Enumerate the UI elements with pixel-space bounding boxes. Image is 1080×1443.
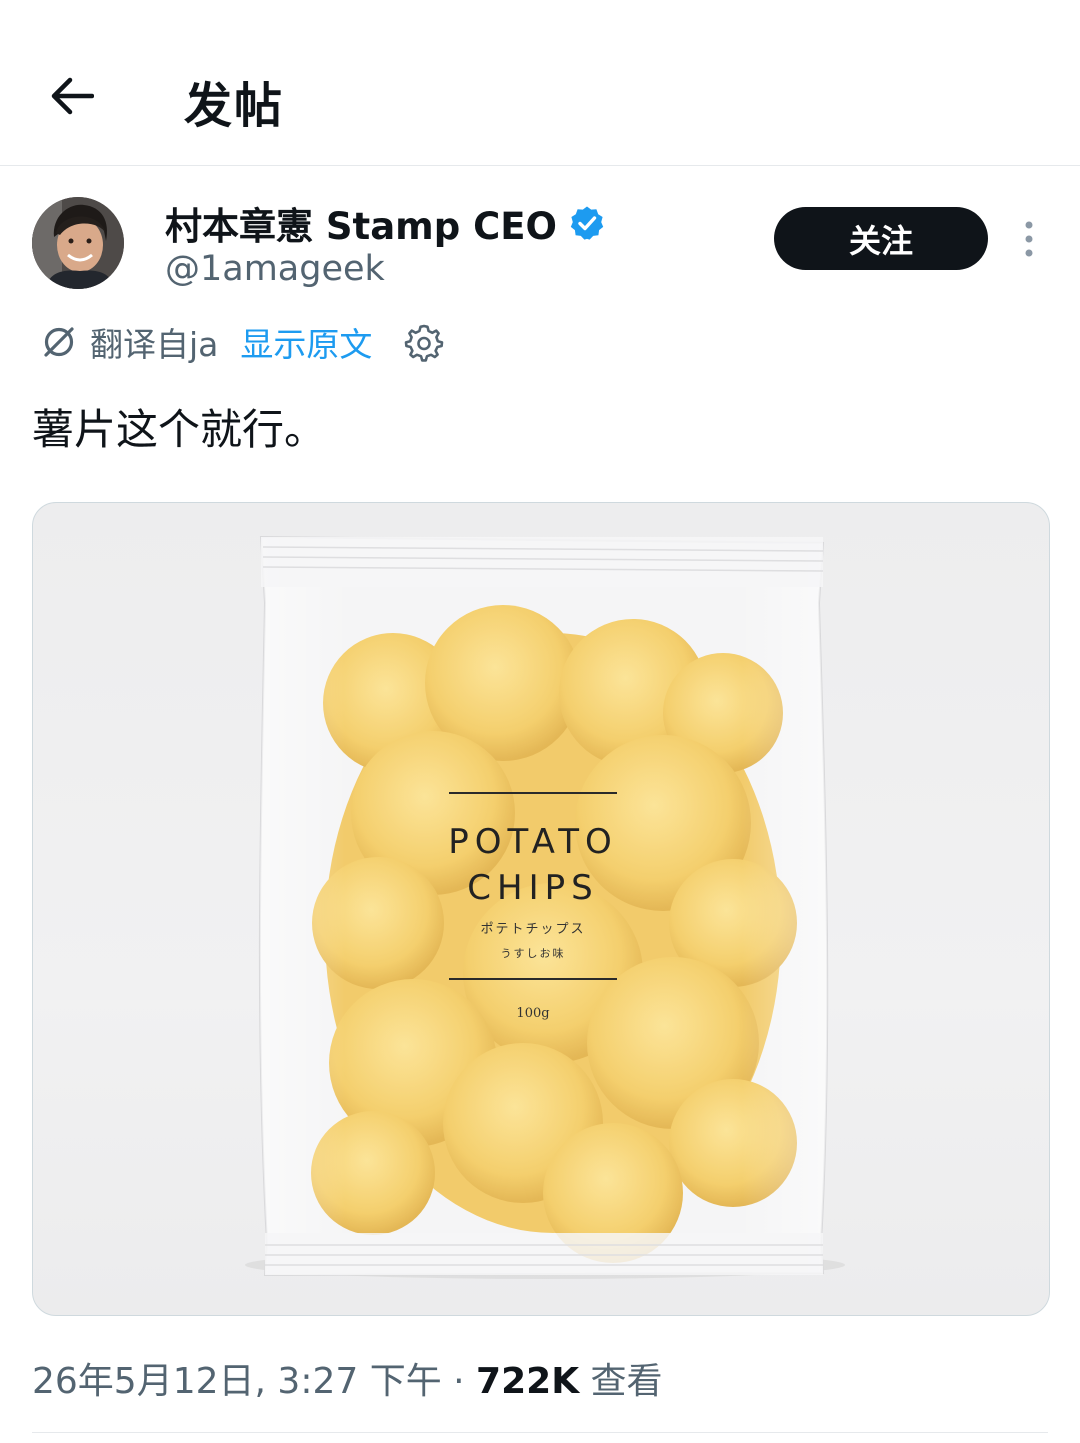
verified-badge-icon xyxy=(570,206,604,240)
tweet-image[interactable]: POTATO CHIPS ポテトチップス うすしお味 100g xyxy=(32,502,1050,1316)
author-display-name[interactable]: 村本章憲 Stamp CEO xyxy=(165,196,605,250)
divider xyxy=(32,1432,1048,1433)
package-title-line2: CHIPS xyxy=(467,868,598,908)
arrow-left-icon xyxy=(51,77,94,115)
tweet-timestamp[interactable]: 26年5月12日, 3:27 下午 xyxy=(32,1361,442,1402)
back-button[interactable] xyxy=(40,64,104,128)
page-title: 发帖 xyxy=(184,78,285,134)
author-name-text: 村本章憲 Stamp CEO xyxy=(165,205,557,248)
views-count: 722K xyxy=(476,1361,580,1402)
show-original-link[interactable]: 显示原文 xyxy=(240,318,372,366)
top-bar: 发帖 xyxy=(0,0,1080,166)
package-weight: 100g xyxy=(516,1006,549,1021)
follow-button[interactable]: 关注 xyxy=(774,207,988,270)
tweet-text: 薯片这个就行。 xyxy=(32,405,327,454)
translation-row: 翻译自ja 显示原文 xyxy=(40,318,444,366)
more-vertical-icon xyxy=(1025,221,1033,257)
views-label: 查看 xyxy=(579,1361,663,1402)
avatar[interactable] xyxy=(32,197,124,289)
translated-from-label: 翻译自ja xyxy=(90,325,219,364)
package-title-line1: POTATO xyxy=(448,822,618,862)
author-handle[interactable]: @1amageek xyxy=(165,249,385,289)
tweet-meta: 26年5月12日, 3:27 下午 · 722K 查看 xyxy=(32,1352,663,1404)
gear-icon[interactable] xyxy=(404,322,444,362)
more-options-button[interactable] xyxy=(1012,214,1046,264)
meta-separator: · xyxy=(441,1361,477,1402)
potato-chips-bag-image: POTATO CHIPS ポテトチップス うすしお味 100g xyxy=(245,535,845,1279)
translate-icon xyxy=(44,327,74,357)
package-flavor: うすしお味 xyxy=(501,947,566,960)
package-subtitle: ポテトチップス xyxy=(480,922,585,937)
